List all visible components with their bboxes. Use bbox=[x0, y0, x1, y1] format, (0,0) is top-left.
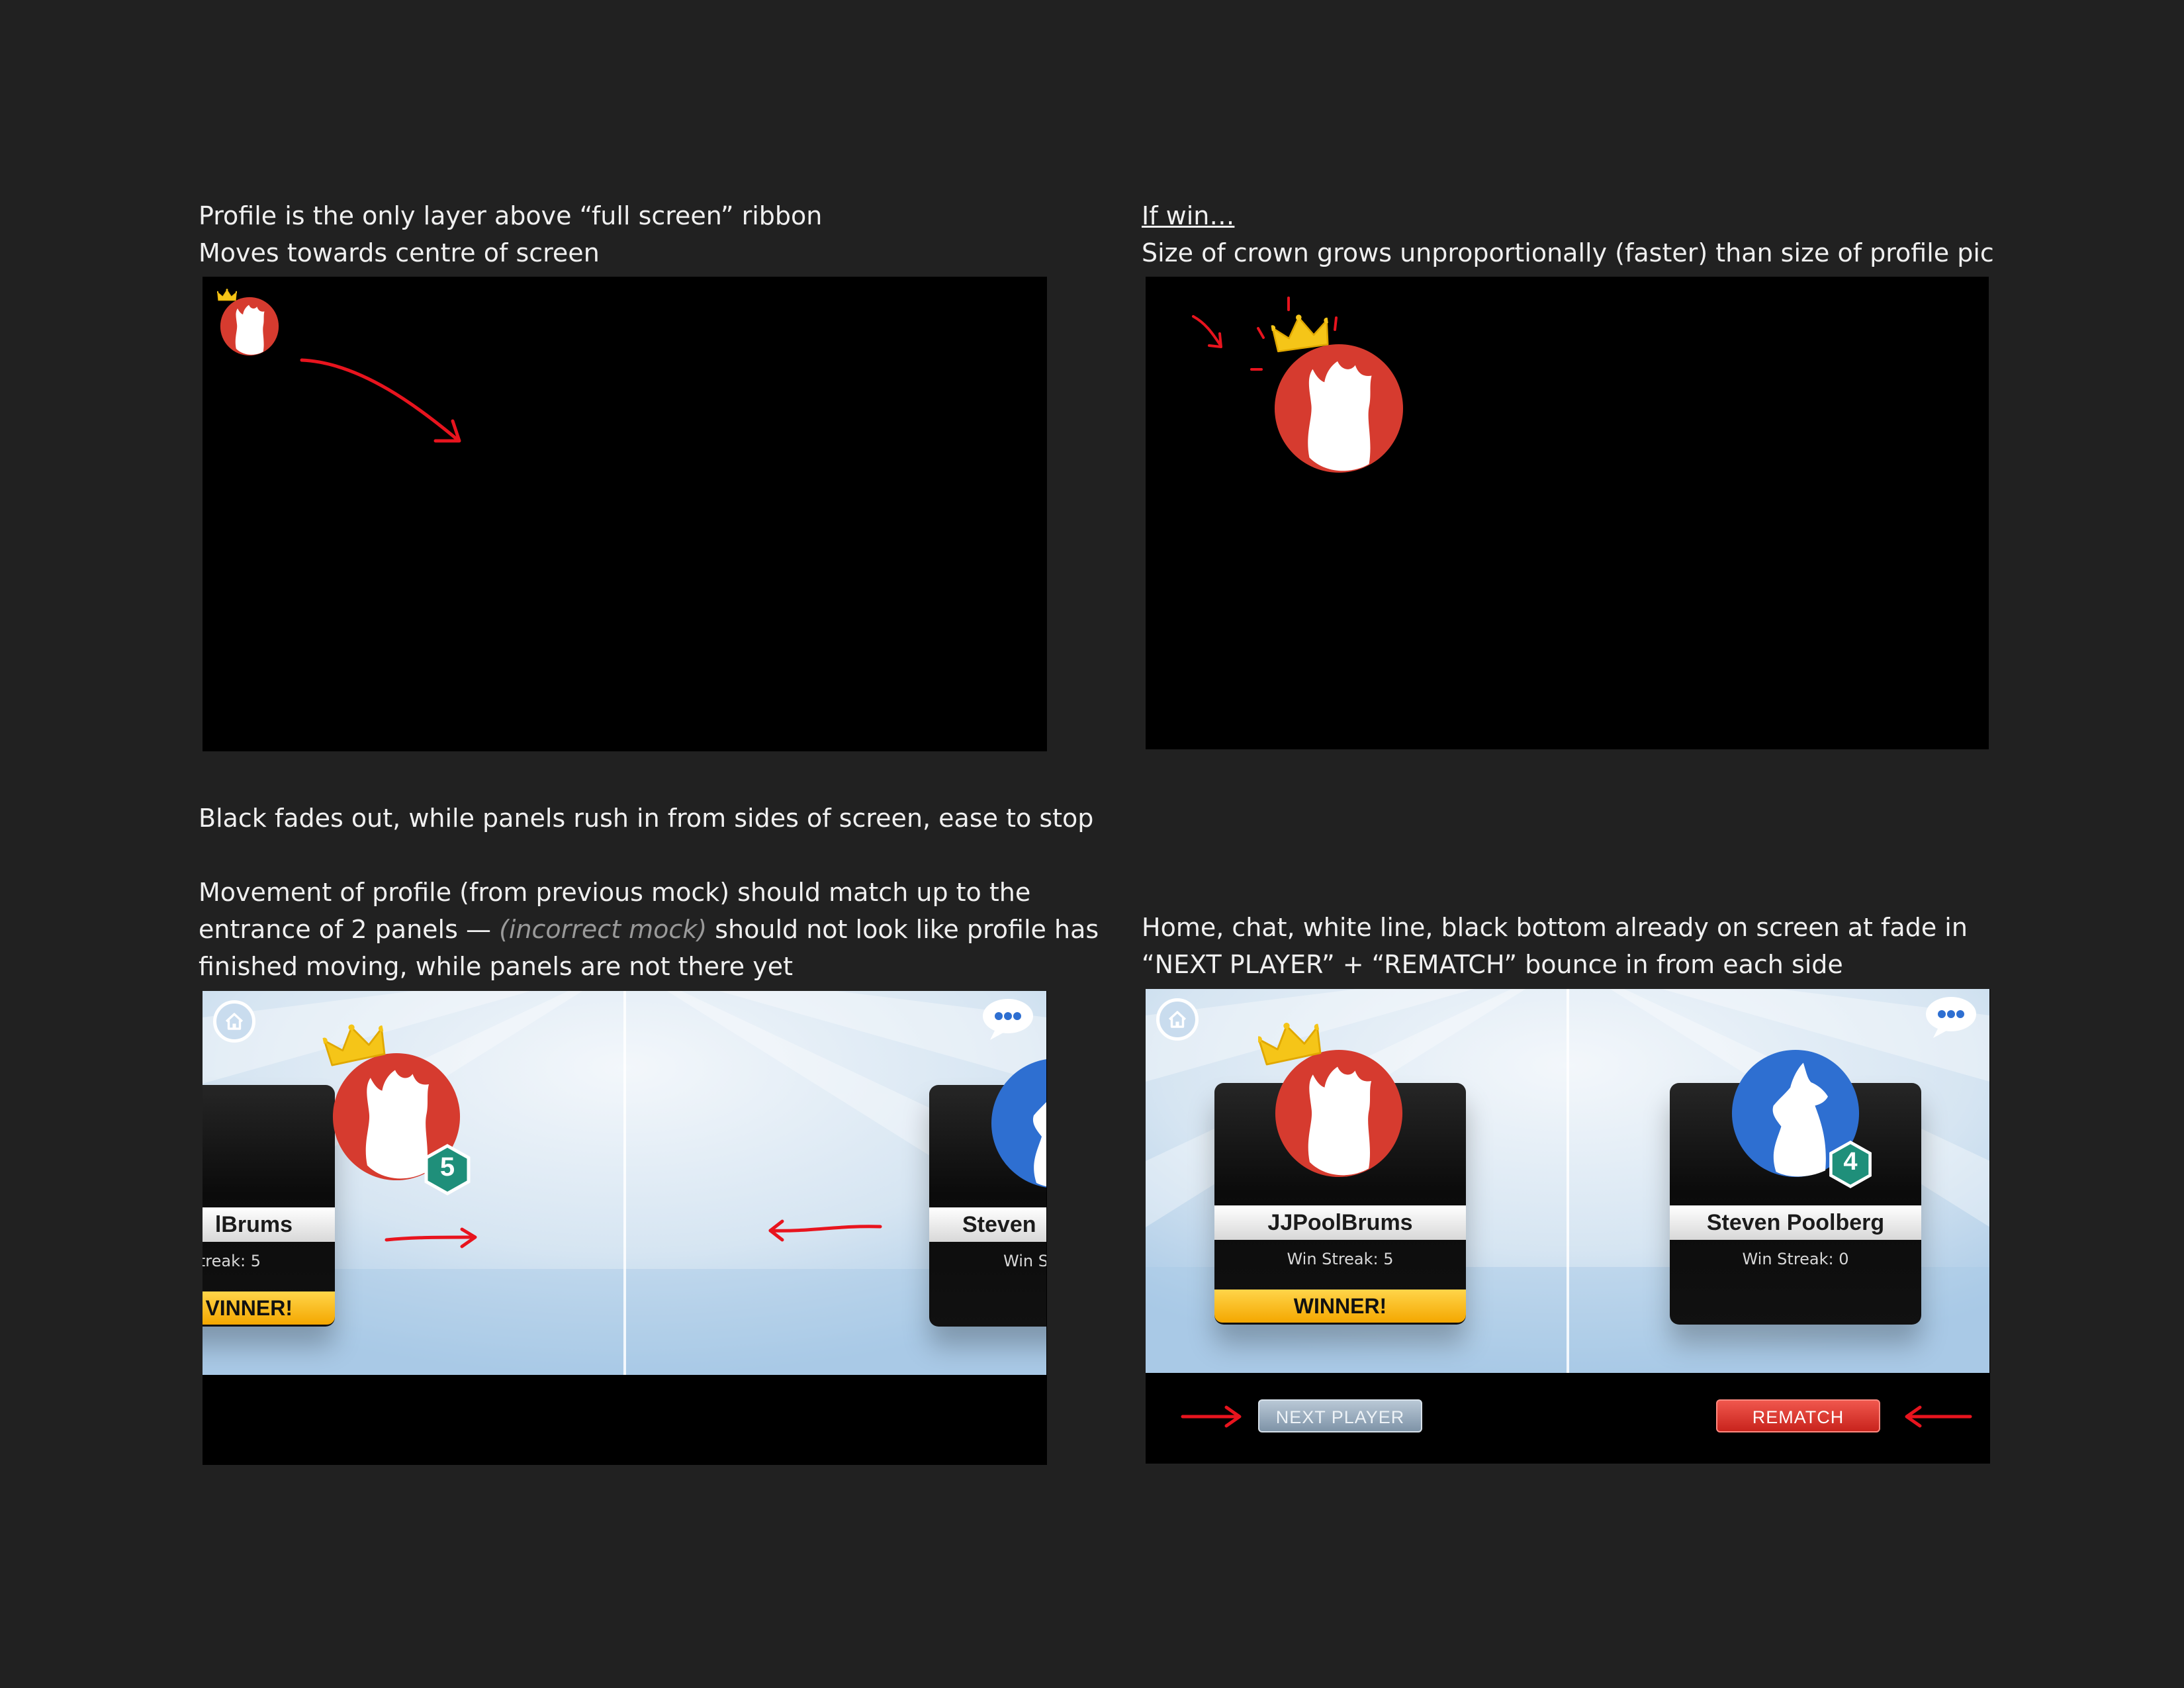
note-top-right: If win… Size of crown grows unproportion… bbox=[1142, 197, 1994, 271]
profile-avatar bbox=[1258, 1022, 1403, 1178]
crown-icon bbox=[1269, 310, 1333, 353]
center-divider bbox=[1567, 989, 1569, 1373]
note-heading: If win… bbox=[1142, 201, 1235, 230]
winner-badge: WINNER! bbox=[1214, 1289, 1466, 1323]
note-bottom-left-2: Movement of profile (from previous mock)… bbox=[199, 874, 1099, 985]
arrows bbox=[385, 1219, 882, 1248]
note-line: Moves towards centre of screen bbox=[199, 238, 600, 267]
note-text: should not look like profile has bbox=[707, 915, 1099, 944]
arrow-annotation bbox=[768, 1225, 882, 1233]
bottom-bar bbox=[203, 1375, 1046, 1464]
wolf-avatar bbox=[1274, 344, 1404, 473]
note-line: Black fades out, while panels rush in fr… bbox=[199, 804, 1094, 833]
player-name: Steven Poolberg bbox=[1670, 1205, 1921, 1240]
game-scene: JJPoolBrums Win Streak: 5 WINNER! Steven… bbox=[1146, 989, 1989, 1373]
bottom-bar: NEXT PLAYER REMATCH bbox=[1146, 1373, 1989, 1462]
level-number: 4 bbox=[1843, 1148, 1858, 1176]
note-line: Size of crown grows unproportionally (fa… bbox=[1142, 238, 1994, 267]
mock-frame-2 bbox=[1146, 277, 1989, 749]
mock-frame-4: JJPoolBrums Win Streak: 5 WINNER! Steven… bbox=[1146, 989, 1990, 1464]
win-streak: Win Streak: 0 bbox=[1742, 1250, 1849, 1268]
mock2-graphics bbox=[1192, 297, 1404, 473]
arrows bbox=[1181, 1405, 1972, 1428]
note-line: “NEXT PLAYER” + “REMATCH” bounce in from… bbox=[1142, 950, 1843, 979]
note-line: Profile is the only layer above “full sc… bbox=[199, 201, 823, 230]
wolf-avatar bbox=[220, 297, 279, 356]
mock-frame-3: lBrums treak: 5 VINNER! Steven Win S 5 bbox=[203, 991, 1047, 1465]
note-top-left: Profile is the only layer above “full sc… bbox=[199, 197, 822, 271]
note-bottom-right: Home, chat, white line, black bottom alr… bbox=[1142, 909, 1968, 983]
win-streak: Win Streak: 5 bbox=[1287, 1250, 1394, 1268]
note-line: Home, chat, white line, black bottom alr… bbox=[1142, 913, 1968, 942]
note-line: Movement of profile (from previous mock)… bbox=[199, 878, 1031, 907]
arrow-annotation bbox=[300, 358, 459, 442]
note-line: finished moving, while panels are not th… bbox=[199, 952, 793, 981]
note-muted-text: (incorrect mock) bbox=[499, 915, 707, 944]
player-name: JJPoolBrums bbox=[1214, 1205, 1466, 1240]
crown-icon bbox=[217, 289, 237, 301]
chat-icon[interactable] bbox=[1924, 996, 1978, 1039]
arrow-annotation bbox=[1192, 315, 1221, 346]
arrow-annotation bbox=[385, 1235, 476, 1242]
home-button[interactable] bbox=[1156, 998, 1199, 1041]
note-bottom-left-1: Black fades out, while panels rush in fr… bbox=[199, 800, 1093, 837]
game-scene: lBrums treak: 5 VINNER! Steven Win S 5 bbox=[203, 991, 1046, 1375]
mock-frame-1 bbox=[203, 277, 1047, 751]
note-line: entrance of 2 panels — (incorrect mock) … bbox=[199, 911, 1099, 948]
note-text: entrance of 2 panels — bbox=[199, 915, 500, 944]
home-icon bbox=[1168, 1011, 1187, 1028]
mock1-graphics bbox=[217, 289, 461, 443]
